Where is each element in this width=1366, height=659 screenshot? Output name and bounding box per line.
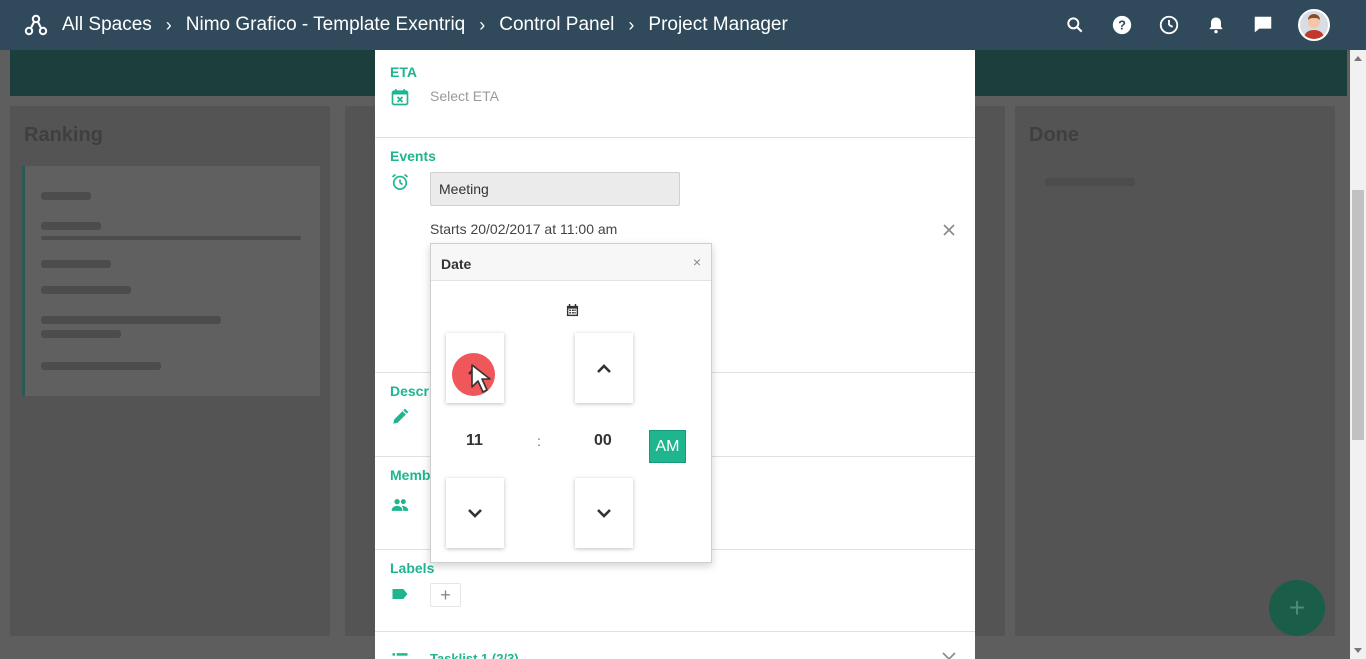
popover-title: Date [441, 256, 472, 272]
user-avatar[interactable] [1298, 9, 1330, 41]
search-icon[interactable] [1063, 13, 1087, 37]
history-icon[interactable] [1157, 13, 1181, 37]
scroll-up-arrow[interactable] [1354, 56, 1362, 61]
scroll-down-arrow[interactable] [1354, 648, 1362, 653]
chevron-down-icon [597, 508, 611, 518]
breadcrumb-space[interactable]: Nimo Grafico - Template Exentriq [186, 14, 465, 36]
scroll-thumb[interactable] [1352, 190, 1364, 440]
increment-minute-button[interactable] [575, 333, 633, 403]
eta-section: ETA Select ETA [375, 50, 975, 138]
date-time-popover: Date × 11 : 00 AM [430, 243, 712, 563]
column-title: Ranking [24, 124, 103, 146]
board-card [22, 166, 320, 396]
help-icon[interactable]: ? [1110, 13, 1134, 37]
members-title: Memb [390, 467, 431, 483]
decrement-hour-button[interactable] [446, 478, 504, 548]
notifications-icon[interactable] [1204, 13, 1228, 37]
board-column-backlog: Ranking [10, 106, 330, 636]
minute-value[interactable]: 00 [594, 432, 612, 450]
alarm-clock-icon [391, 173, 409, 190]
svg-text:?: ? [1118, 18, 1126, 33]
breadcrumb-all-spaces[interactable]: All Spaces [62, 14, 152, 36]
am-pm-toggle-button[interactable]: AM [649, 430, 686, 463]
add-label-button[interactable]: + [430, 583, 461, 607]
breadcrumb-project-manager[interactable]: Project Manager [648, 14, 787, 36]
chevron-up-icon [597, 363, 611, 373]
chevron-right-icon: › [479, 14, 486, 35]
labels-title: Labels [390, 560, 435, 576]
event-name-input[interactable]: Meeting [430, 172, 680, 206]
decrement-minute-button[interactable] [575, 478, 633, 548]
column-title: Done [1029, 124, 1079, 146]
board-column-middle [345, 106, 375, 636]
calendar-cancel-icon[interactable] [390, 87, 410, 107]
add-fab-button[interactable]: + [1269, 580, 1325, 636]
mouse-pointer-icon [471, 364, 491, 393]
spaces-logo-icon[interactable] [24, 13, 48, 37]
eta-title: ETA [390, 64, 417, 80]
tasklist-icon [392, 653, 408, 656]
description-title: Descr [390, 383, 429, 399]
chevron-right-icon: › [628, 14, 635, 35]
board-column-right-partial [975, 106, 1005, 636]
time-separator: : [537, 433, 541, 449]
chevron-down-icon [468, 508, 482, 518]
chevron-right-icon: › [165, 14, 172, 35]
event-start-text[interactable]: Starts 20/02/2017 at 11:00 am [430, 221, 617, 237]
hour-value[interactable]: 11 [466, 432, 483, 450]
people-icon[interactable] [390, 495, 410, 515]
popover-close-button[interactable]: × [693, 254, 701, 270]
popover-header: Date × [431, 244, 711, 281]
switch-to-calendar-icon[interactable] [566, 304, 579, 317]
tasklist-title[interactable]: Tasklist 1 (2/3) [430, 651, 519, 659]
eta-select[interactable]: Select ETA [430, 88, 499, 104]
pencil-icon[interactable] [390, 407, 410, 427]
chat-icon[interactable] [1251, 13, 1275, 37]
page-scrollbar[interactable] [1350, 50, 1366, 659]
label-tag-icon [392, 589, 408, 599]
chevron-down-icon[interactable] [942, 652, 956, 659]
top-bar: All Spaces › Nimo Grafico - Template Exe… [0, 0, 1366, 50]
events-title: Events [390, 148, 436, 164]
board-column-done: Done [1015, 106, 1335, 636]
breadcrumb-control-panel[interactable]: Control Panel [499, 14, 614, 36]
increment-hour-button[interactable] [446, 333, 504, 403]
remove-event-close-icon[interactable] [941, 222, 957, 238]
